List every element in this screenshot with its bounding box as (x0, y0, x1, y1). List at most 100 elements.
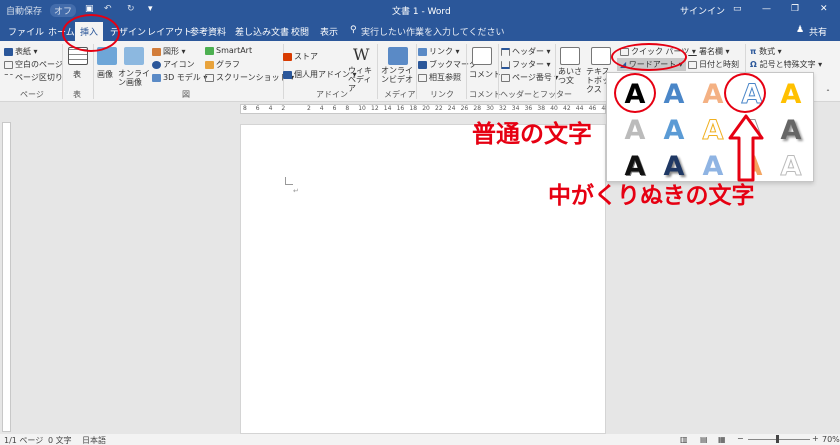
tab-mailings[interactable]: 差し込み文書 (235, 25, 289, 38)
share-icon[interactable]: ♟ (796, 25, 804, 35)
zoom-out-button[interactable]: − (737, 434, 744, 443)
autosave-toggle[interactable]: オフ (50, 4, 77, 17)
language-status[interactable]: 日本語 (82, 435, 106, 445)
date-time-button[interactable]: 日付と時刻 (688, 59, 739, 70)
shapes-label: 図形 (163, 47, 179, 56)
cover-page-label: 表紙 (15, 47, 31, 56)
ruler-number: 4 (268, 105, 273, 112)
ruler-number: 46 (588, 105, 597, 112)
read-mode-icon[interactable]: ▥ (680, 435, 688, 444)
link-button[interactable]: リンク ▾ (418, 46, 460, 57)
document-page[interactable]: ↵ (240, 124, 606, 434)
autosave-label: 自動保存 (6, 7, 43, 17)
header-button[interactable]: ヘッダー ▾ (501, 46, 551, 57)
customize-qat-icon[interactable]: ▾ (148, 4, 153, 14)
wordart-style-6[interactable]: A (619, 115, 651, 147)
save-icon[interactable]: ▣ (85, 4, 94, 14)
page-number-icon (501, 73, 510, 82)
horizontal-ruler[interactable]: 8 6 4 2 2 4 6 8 10 12 14 16 18 20 22 24 26 28 30 32 34 36 38 40… (240, 104, 609, 114)
footer-button[interactable]: フッター ▾ (501, 59, 551, 70)
picture-button[interactable]: 画像 (97, 69, 113, 80)
web-layout-icon[interactable]: ▦ (718, 435, 726, 444)
signature-line-button[interactable]: 署名欄 ▾ (688, 46, 730, 57)
tab-references[interactable]: 参考資料 (190, 25, 226, 38)
redo-icon[interactable]: ↻ (127, 4, 135, 14)
3d-model-icon (152, 73, 161, 82)
page-break-button[interactable]: ページ区切り (4, 72, 63, 83)
tab-file[interactable]: ファイル (8, 25, 44, 38)
wordart-style-2[interactable]: A (658, 79, 690, 111)
word-count[interactable]: 0 文字 (48, 435, 72, 445)
group-links: リンク (430, 90, 454, 99)
ruler-number: 14 (383, 105, 392, 112)
minimize-icon[interactable]: — (762, 4, 771, 14)
equation-button[interactable]: π 数式 ▾ (750, 46, 782, 57)
signin-link[interactable]: サインイン (680, 4, 725, 17)
symbol-button[interactable]: Ω 記号と特殊文字 ▾ (750, 59, 822, 70)
header-label: ヘッダー (512, 47, 544, 56)
ruler-number: 6 (255, 105, 260, 112)
wordart-style-7[interactable]: A (658, 115, 690, 147)
ruler-number: 32 (499, 105, 507, 112)
restore-icon[interactable]: ❐ (791, 4, 799, 14)
icons-icon (152, 60, 161, 69)
undo-icon[interactable]: ↶ (104, 4, 112, 14)
crossref-button[interactable]: 相互参照 (418, 72, 461, 83)
wordart-style-10[interactable]: A (775, 115, 807, 147)
wikipedia-button[interactable]: ウィキペディア (348, 66, 376, 93)
tell-me-input[interactable]: 実行したい作業を入力してください (361, 25, 504, 38)
online-picture-button[interactable]: オンライン画像 (118, 69, 150, 87)
online-video-button[interactable]: オンラインビデオ (381, 66, 415, 84)
zoom-slider-handle[interactable] (776, 435, 779, 443)
title-bar: 自動保存 オフ ▣ ↶ ↻ ▾ 文書 1 - Word サインイン ▭ — ❐ … (0, 0, 840, 20)
zoom-in-button[interactable]: + (812, 434, 819, 443)
zoom-level[interactable]: 70% (822, 435, 840, 444)
separator (466, 44, 467, 99)
wordart-style-8[interactable]: A (697, 115, 729, 147)
3d-models-button[interactable]: 3D モデル ▾ (152, 72, 207, 83)
my-addins-label: 個人用アドイン (294, 70, 350, 79)
chart-button[interactable]: グラフ (205, 59, 240, 70)
collapse-ribbon-icon[interactable]: ˆ (826, 89, 830, 98)
ruler-number: 36 (524, 105, 533, 112)
table-button[interactable]: 表 (73, 69, 81, 80)
annotation-hollow-oval (724, 73, 766, 113)
icons-label: アイコン (163, 60, 195, 69)
shapes-button[interactable]: 図形 ▾ (152, 46, 186, 57)
ribbon-display-icon[interactable]: ▭ (733, 4, 742, 14)
tab-view[interactable]: 表示 (320, 25, 338, 38)
ruler-number: 6 (332, 105, 337, 112)
store-button[interactable]: ストア (283, 51, 318, 62)
vertical-ruler[interactable] (2, 122, 11, 432)
annotation-hollow-text: 中がくりぬきの文字 (548, 183, 755, 209)
ruler-number: 2 (307, 105, 311, 112)
my-addins-button[interactable]: 個人用アドイン ▾ (283, 69, 357, 80)
wikipedia-icon: W (353, 45, 370, 64)
group-addins: アドイン (316, 90, 348, 99)
screenshot-button[interactable]: スクリーンショット ▾ (205, 72, 294, 83)
zoom-slider[interactable] (748, 439, 810, 440)
separator (62, 44, 63, 99)
annotation-insert-tab-oval (62, 14, 120, 52)
group-media: メディア (384, 90, 416, 99)
crossref-icon (418, 73, 427, 82)
comment-button[interactable]: コメント (469, 69, 501, 80)
comment-icon (472, 47, 492, 65)
icons-button[interactable]: アイコン (152, 59, 195, 70)
smartart-button[interactable]: SmartArt (205, 46, 252, 55)
tab-layout[interactable]: レイアウト (147, 25, 192, 38)
paragraph-mark: ↵ (293, 187, 299, 195)
blank-page-button[interactable]: 空白のページ (4, 59, 63, 70)
share-button[interactable]: 共有 (809, 25, 827, 38)
annotation-up-arrow (728, 114, 764, 182)
wordart-style-15[interactable]: A (775, 151, 807, 183)
wordart-style-5[interactable]: A (775, 79, 807, 111)
greeting-button[interactable]: あいさつ文 (558, 67, 586, 85)
cover-page-button[interactable]: 表紙 ▾ (4, 46, 38, 57)
close-icon[interactable]: ✕ (820, 4, 828, 14)
tab-review[interactable]: 校閲 (291, 25, 309, 38)
print-layout-icon[interactable]: ▤ (700, 435, 708, 444)
page-count[interactable]: 1/1 ページ (4, 435, 43, 445)
page-number-button[interactable]: ページ番号 ▾ (501, 72, 558, 83)
online-picture-icon (124, 47, 144, 65)
